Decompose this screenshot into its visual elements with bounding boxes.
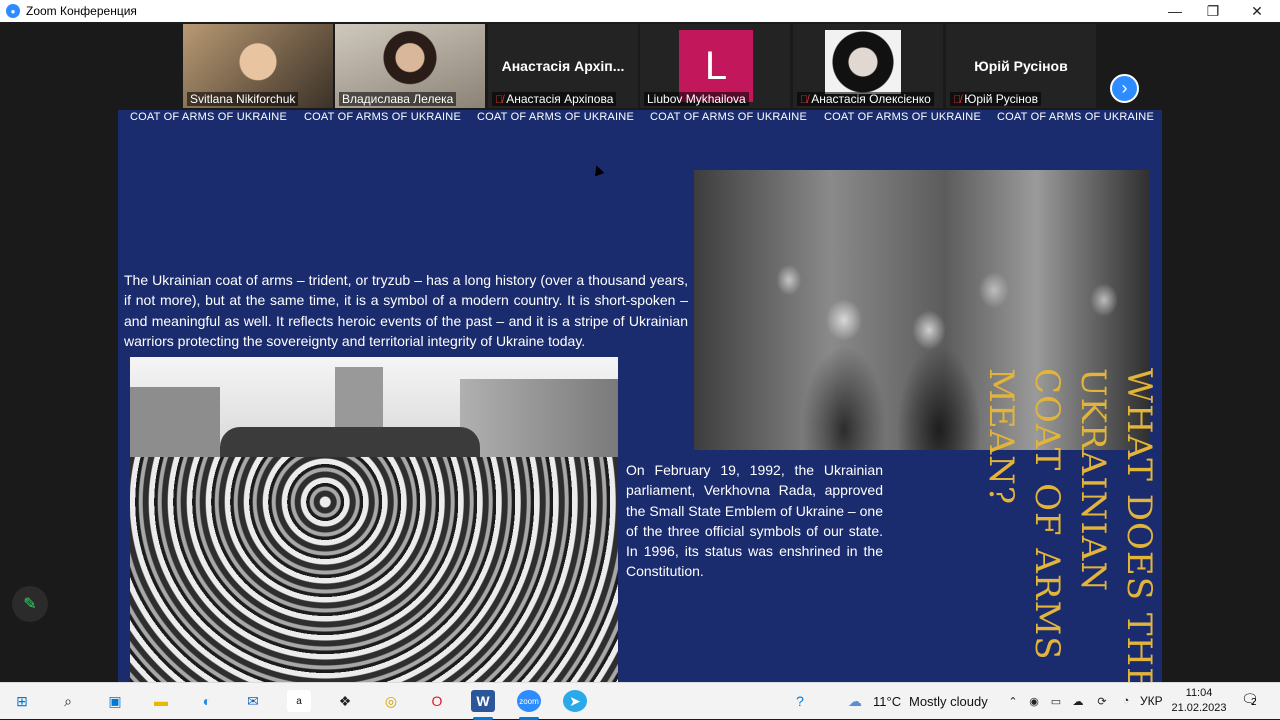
search-icon[interactable]: ⌕ bbox=[56, 690, 80, 712]
windows-taskbar: ⊞ ⌕ ▣ ▬ ◐ ✉ a ❖ ◎ O W zoom ➤ ? ☁ 11°C Mo… bbox=[0, 682, 1280, 720]
participant-tile[interactable]: 🎙̸ Анастасія Олексієнко bbox=[793, 24, 943, 108]
participant-tile[interactable]: Svitlana Nikiforchuk bbox=[183, 24, 333, 108]
weather-temp[interactable]: 11°C bbox=[873, 694, 901, 709]
window-title: Zoom Конференция bbox=[26, 4, 137, 18]
participant-name-label: 🎙̸ Анастасія Олексієнко bbox=[797, 92, 934, 106]
sync-icon[interactable]: ⟳ bbox=[1090, 690, 1114, 712]
clock-time: 11:04 bbox=[1185, 687, 1213, 699]
header-text: COAT OF ARMS OF UKRAINE bbox=[650, 111, 807, 123]
battery-icon[interactable]: ▭ bbox=[1044, 690, 1068, 712]
presentation-slide: COAT OF ARMS OF UKRAINE COAT OF ARMS OF … bbox=[118, 110, 1162, 682]
weather-condition[interactable]: Mostly cloudy bbox=[909, 694, 988, 709]
telegram-icon[interactable]: ➤ bbox=[563, 690, 587, 712]
word-icon[interactable]: W bbox=[471, 690, 495, 712]
participant-tile[interactable]: Юрій Русінов 🎙̸ Юрій Русінов bbox=[946, 24, 1096, 108]
participant-name-label: 🎙̸ Юрій Русінов bbox=[950, 92, 1041, 106]
shared-screen: COAT OF ARMS OF UKRAINE COAT OF ARMS OF … bbox=[0, 110, 1280, 682]
header-text: COAT OF ARMS OF UKRAINE bbox=[304, 111, 461, 123]
history-paragraph: On February 19, 1992, the Ukrainian parl… bbox=[626, 462, 883, 580]
edge-icon[interactable]: ◐ bbox=[195, 690, 219, 712]
dropbox-icon[interactable]: ❖ bbox=[333, 690, 357, 712]
participant-strip: Svitlana Nikiforchuk Владислава Лелека А… bbox=[0, 22, 1280, 110]
maximize-button[interactable]: ❐ bbox=[1190, 0, 1236, 22]
mail-icon[interactable]: ✉ bbox=[241, 690, 265, 712]
participant-tile[interactable]: Анастасія Архіп... 🎙̸ Анастасія Архіпова bbox=[488, 24, 638, 108]
notification-count: 2 bbox=[1251, 697, 1257, 708]
header-text: COAT OF ARMS OF UKRAINE bbox=[997, 111, 1154, 123]
participant-display-name: Юрій Русінов bbox=[974, 58, 1068, 74]
participant-tile[interactable]: L Liubov Mykhailova bbox=[640, 24, 790, 108]
header-repeat-row: COAT OF ARMS OF UKRAINE COAT OF ARMS OF … bbox=[118, 111, 1162, 125]
header-text: COAT OF ARMS OF UKRAINE bbox=[130, 111, 287, 123]
taskbar-clock[interactable]: 11:04 21.02.2023 bbox=[1164, 686, 1234, 716]
intro-paragraph: The Ukrainian coat of arms – trident, or… bbox=[124, 272, 688, 349]
header-text: COAT OF ARMS OF UKRAINE bbox=[477, 111, 634, 123]
input-language[interactable]: УКР bbox=[1140, 694, 1163, 708]
help-icon[interactable]: ? bbox=[788, 690, 812, 712]
slide-title-vertical: WHAT DOES THE UKRAINIAN COAT OF ARMS MEA… bbox=[981, 368, 1159, 682]
weather-cloud-icon: ☁ bbox=[848, 692, 862, 709]
next-participants-button[interactable]: › bbox=[1110, 74, 1139, 103]
header-text: COAT OF ARMS OF UKRAINE bbox=[824, 111, 981, 123]
participant-display-name: Анастасія Архіп... bbox=[501, 58, 625, 74]
file-explorer-icon[interactable]: ▬ bbox=[149, 690, 173, 712]
clock-date: 21.02.2023 bbox=[1171, 702, 1227, 714]
zoom-app-icon: ● bbox=[6, 4, 20, 18]
store-icon[interactable]: ▣ bbox=[103, 690, 127, 712]
annotate-pen-button[interactable]: ✎ bbox=[12, 586, 48, 622]
close-button[interactable]: ✕ bbox=[1234, 0, 1280, 22]
onedrive-icon[interactable]: ☁ bbox=[1066, 690, 1090, 712]
participant-tile-active-speaker[interactable]: Владислава Лелека bbox=[335, 24, 485, 108]
mic-muted-icon: 🎙̸ bbox=[495, 94, 504, 106]
crowd-square-photo bbox=[130, 357, 618, 682]
zoom-icon[interactable]: zoom bbox=[517, 690, 541, 712]
participant-name-label: 🎙̸ Анастасія Архіпова bbox=[492, 92, 617, 106]
notes-app-icon[interactable]: ◎ bbox=[379, 690, 403, 712]
participant-name: Svitlana Nikiforchuk bbox=[187, 92, 299, 106]
windows-start-icon[interactable]: ⊞ bbox=[10, 690, 34, 712]
participant-name: Liubov Mykhailova bbox=[644, 92, 749, 106]
mic-muted-icon: 🎙̸ bbox=[953, 94, 962, 106]
webcam-icon[interactable]: ◉ bbox=[1022, 690, 1046, 712]
mic-muted-icon: 🎙̸ bbox=[800, 94, 809, 106]
participant-name: Владислава Лелека bbox=[339, 92, 457, 106]
participant-video bbox=[825, 30, 901, 94]
window-title-bar: ● Zoom Конференция — ❐ ✕ bbox=[0, 0, 1280, 22]
mouse-cursor bbox=[591, 163, 605, 177]
amazon-icon[interactable]: a bbox=[287, 690, 311, 712]
opera-icon[interactable]: O bbox=[425, 690, 449, 712]
wifi-icon[interactable]: ◔ bbox=[1114, 690, 1138, 712]
